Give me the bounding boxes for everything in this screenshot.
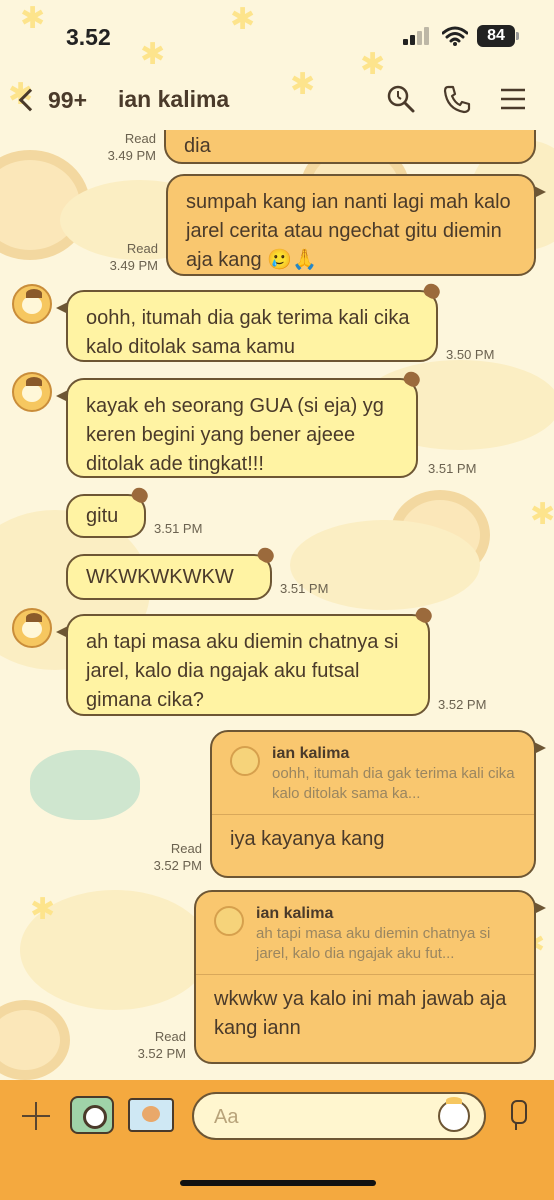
chat-title[interactable]: ian kalima bbox=[118, 86, 229, 113]
message-text: oohh, itumah dia gak terima kali cika ka… bbox=[86, 307, 410, 358]
message-meta: Read 3.49 PM bbox=[96, 130, 156, 164]
message-text: kayak eh seorang GUA (si eja) yg keren b… bbox=[86, 395, 384, 475]
message-text: sumpah kang ian nanti lagi mah kalo jare… bbox=[186, 191, 511, 271]
quoted-sender: ian kalima bbox=[272, 745, 350, 762]
outgoing-message[interactable]: sumpah kang ian nanti lagi mah kalo jare… bbox=[166, 174, 546, 276]
message-text: WKWKWKWKW bbox=[86, 566, 234, 588]
camera-icon[interactable] bbox=[70, 1096, 114, 1134]
message-time: 3.51 PM bbox=[428, 461, 477, 476]
message-time: 3.51 PM bbox=[280, 581, 329, 596]
incoming-message[interactable]: oohh, itumah dia gak terima kali cika ka… bbox=[56, 280, 443, 362]
outgoing-message[interactable]: dia bbox=[164, 130, 536, 164]
message-list[interactable]: Read 3.49 PM dia Read 3.49 PM sumpah kan… bbox=[0, 130, 554, 1080]
message-time: 3.51 PM bbox=[154, 521, 203, 536]
signal-icon bbox=[403, 27, 433, 45]
status-time: 3.52 bbox=[66, 24, 111, 50]
outgoing-reply-message[interactable]: ian kalima ah tapi masa aku diemin chatn… bbox=[194, 890, 546, 1064]
incoming-message[interactable]: gitu bbox=[66, 484, 151, 538]
wifi-icon bbox=[442, 26, 468, 46]
read-status: Read bbox=[170, 841, 202, 856]
message-text: dia bbox=[184, 135, 211, 157]
outgoing-reply-message[interactable]: ian kalima oohh, itumah dia gak terima k… bbox=[210, 730, 546, 878]
home-indicator[interactable] bbox=[180, 1180, 376, 1186]
unread-count: 99+ bbox=[48, 86, 88, 113]
back-chevron-icon bbox=[18, 88, 42, 112]
incoming-message[interactable]: WKWKWKWKW bbox=[66, 544, 277, 600]
chat-header: 99+ ian kalima bbox=[0, 70, 554, 130]
read-status: Read bbox=[126, 241, 158, 256]
avatar[interactable] bbox=[12, 372, 52, 412]
quoted-text: oohh, itumah dia gak terima kali cika ka… bbox=[272, 765, 515, 802]
read-status: Read bbox=[154, 1029, 186, 1044]
battery-icon: 84 bbox=[477, 25, 519, 47]
status-bar: 3.52 84 bbox=[0, 0, 554, 70]
incoming-message[interactable]: kayak eh seorang GUA (si eja) yg keren b… bbox=[56, 368, 423, 478]
message-meta: Read 3.52 PM bbox=[140, 840, 202, 874]
quoted-message[interactable]: ian kalima ah tapi masa aku diemin chatn… bbox=[196, 892, 534, 975]
phone-icon[interactable] bbox=[442, 84, 472, 114]
quoted-sender: ian kalima bbox=[256, 905, 334, 922]
back-button[interactable]: 99+ bbox=[14, 82, 104, 118]
message-text: ah tapi masa aku diemin chatnya si jarel… bbox=[86, 631, 399, 711]
message-time: 3.49 PM bbox=[109, 258, 158, 273]
plus-icon[interactable] bbox=[20, 1100, 52, 1132]
avatar[interactable] bbox=[12, 284, 52, 324]
menu-icon[interactable] bbox=[498, 84, 528, 114]
message-time: 3.52 PM bbox=[438, 697, 487, 712]
avatar[interactable] bbox=[12, 608, 52, 648]
incoming-message[interactable]: ah tapi masa aku diemin chatnya si jarel… bbox=[56, 604, 435, 716]
message-time: 3.49 PM bbox=[107, 148, 156, 163]
message-time: 3.52 PM bbox=[137, 1046, 186, 1061]
message-meta: Read 3.49 PM bbox=[96, 240, 158, 274]
message-text: iya kayanya kang bbox=[230, 828, 385, 850]
message-field[interactable] bbox=[192, 1092, 486, 1140]
read-status: Read bbox=[124, 131, 156, 146]
search-icon[interactable] bbox=[386, 84, 416, 114]
quoted-message[interactable]: ian kalima oohh, itumah dia gak terima k… bbox=[212, 732, 534, 815]
quoted-text: ah tapi masa aku diemin chatnya si jarel… bbox=[256, 925, 491, 962]
quoted-avatar bbox=[230, 746, 260, 776]
message-input[interactable] bbox=[214, 1104, 424, 1130]
message-text: gitu bbox=[86, 505, 119, 527]
sticker-icon[interactable] bbox=[438, 1097, 470, 1132]
message-meta: Read 3.52 PM bbox=[124, 1028, 186, 1062]
message-time: 3.52 PM bbox=[153, 858, 202, 873]
message-text: wkwkw ya kalo ini mah jawab aja kang ian… bbox=[214, 988, 507, 1039]
message-time: 3.50 PM bbox=[446, 347, 495, 362]
photo-icon[interactable] bbox=[128, 1098, 174, 1132]
microphone-icon[interactable] bbox=[505, 1100, 529, 1132]
quoted-avatar bbox=[214, 906, 244, 936]
